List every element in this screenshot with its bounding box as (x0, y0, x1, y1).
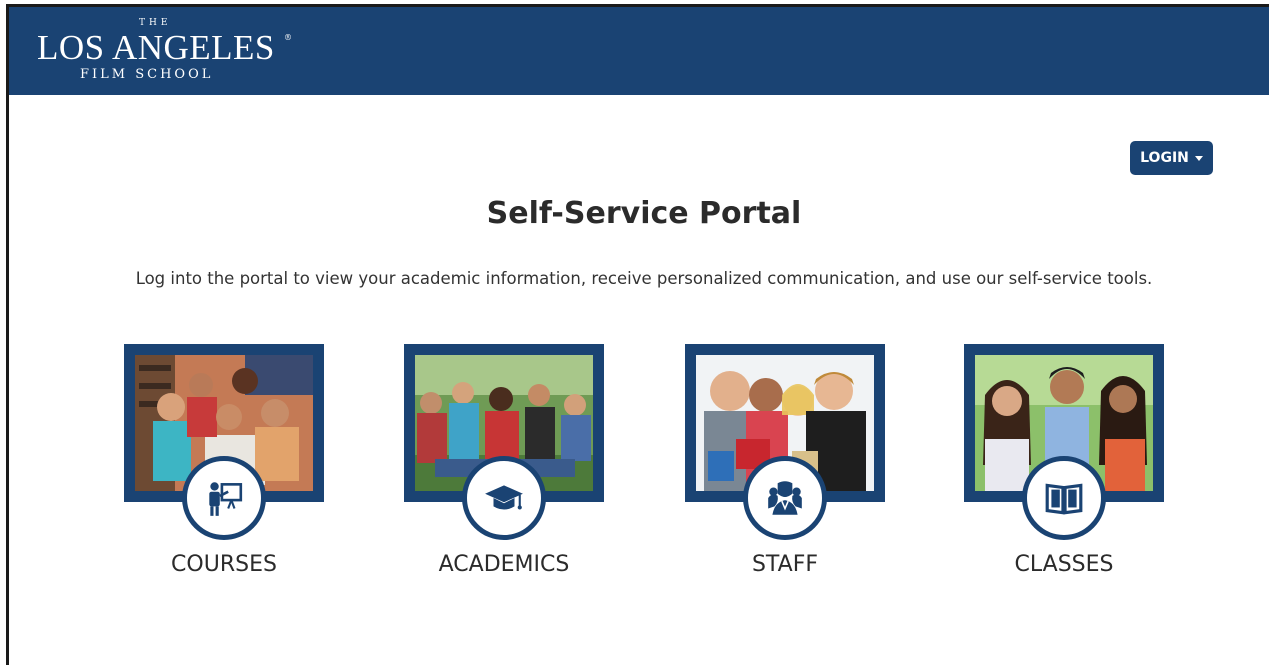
logo-registered-mark: ® (284, 33, 292, 42)
caret-down-icon (1194, 156, 1203, 161)
logo-main-text: LOS ANGELES (37, 28, 275, 67)
tile-staff-label: STAFF (751, 552, 819, 577)
presentation-icon (209, 482, 243, 516)
users-icon (768, 481, 802, 515)
page-title: Self-Service Portal (486, 196, 802, 231)
logo-subtitle: FILM SCHOOL (80, 67, 214, 82)
tile-academics-icon-badge (462, 456, 546, 540)
tile-courses-label: COURSES (171, 552, 277, 577)
school-logo[interactable]: THE LOS ANGELES ® FILM SCHOOL (37, 15, 297, 85)
page-description: Log into the portal to view your academi… (135, 269, 1153, 288)
tile-academics-label: ACADEMICS (438, 552, 570, 577)
logo-the: THE (139, 18, 172, 28)
tile-courses-icon-badge (182, 456, 266, 540)
login-label: LOGIN (1140, 150, 1189, 166)
tile-classes-label: CLASSES (1014, 552, 1114, 577)
tile-classes[interactable]: CLASSES (964, 344, 1164, 577)
graduation-cap-icon (485, 485, 523, 510)
book-icon (1045, 483, 1083, 515)
tile-staff[interactable]: STAFF (685, 344, 885, 577)
tile-courses[interactable]: COURSES (124, 344, 324, 577)
tile-academics[interactable]: ACADEMICS (404, 344, 604, 577)
tile-staff-icon-badge (743, 456, 827, 540)
site-header: THE LOS ANGELES ® FILM SCHOOL (9, 7, 1269, 95)
tile-classes-icon-badge (1022, 456, 1106, 540)
login-dropdown-button[interactable]: LOGIN (1130, 141, 1213, 175)
page-frame: THE LOS ANGELES ® FILM SCHOOL LOGIN Self… (6, 4, 1269, 665)
